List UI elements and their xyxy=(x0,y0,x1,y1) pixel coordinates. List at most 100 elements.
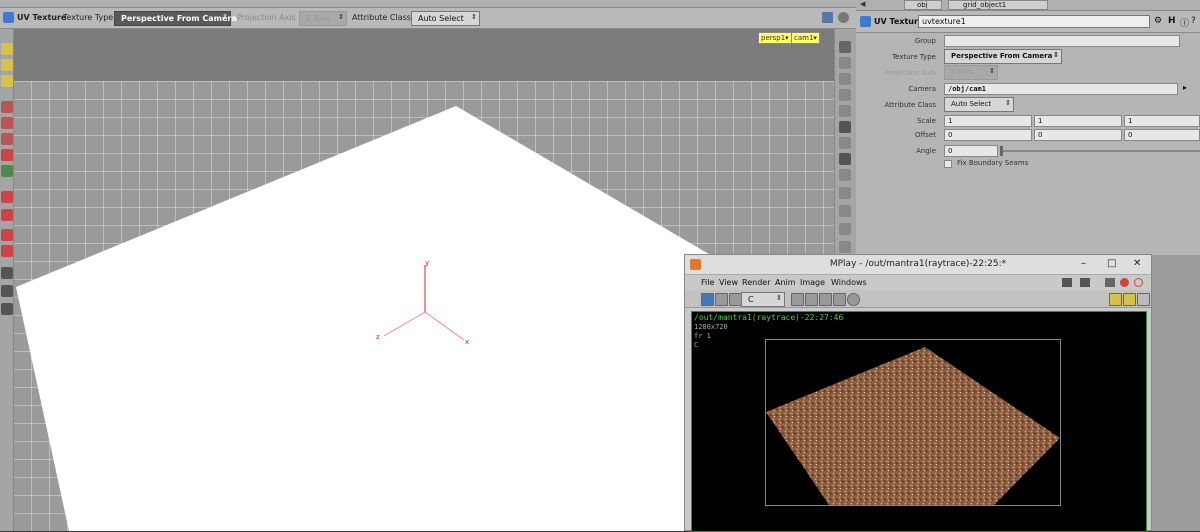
menu-anim[interactable]: Anim xyxy=(775,278,796,287)
projection-axis-value: Z Axis xyxy=(951,68,973,76)
question-icon[interactable]: ? xyxy=(1191,16,1196,26)
back-arrow-icon[interactable]: ◀ xyxy=(860,0,865,8)
cam-menu-label: cam1 xyxy=(794,34,814,42)
offset-x-field[interactable]: 0 xyxy=(944,129,1032,141)
help-icon[interactable] xyxy=(838,12,849,23)
gear-icon[interactable] xyxy=(1,267,13,279)
transform-tool-icon[interactable] xyxy=(1,59,13,71)
minimize-icon[interactable]: – xyxy=(1081,258,1086,269)
texture-type-dropdown[interactable]: Perspective From Camera ⇕ xyxy=(114,11,237,26)
z-axis-label: z xyxy=(376,333,380,341)
circle-secondary-icon[interactable] xyxy=(839,223,851,235)
lock-icon[interactable] xyxy=(839,41,851,53)
compare-icon[interactable] xyxy=(715,293,728,306)
pose-tool-icon[interactable] xyxy=(1,101,13,113)
mplay-titlebar[interactable]: MPlay - /out/mantra1(raytrace)-22:25:* –… xyxy=(685,255,1151,275)
stop-render-icon[interactable] xyxy=(1120,278,1129,287)
lasso-tool-icon[interactable] xyxy=(1,209,13,221)
attribute-class-value: Auto Select xyxy=(951,100,992,108)
gear-icon[interactable]: ⚙ xyxy=(1154,16,1162,26)
paint-tool-icon[interactable] xyxy=(1,133,13,145)
texture-type-dropdown[interactable]: Perspective From Camera ⇕ xyxy=(944,49,1062,64)
channel-dropdown[interactable]: C ⇕ xyxy=(741,292,785,307)
shading-icon[interactable] xyxy=(839,121,851,133)
textured-grid xyxy=(766,347,1060,505)
view-mode-icon[interactable] xyxy=(701,293,714,306)
close-icon[interactable]: ✕ xyxy=(1133,258,1141,269)
network-path-bar: ◀ obj grid_object1 xyxy=(856,0,1200,11)
node-crumb[interactable]: grid_object1 xyxy=(948,0,1048,10)
menu-view[interactable]: View xyxy=(719,278,738,287)
projection-axis-dropdown[interactable]: Z Axis ⇕ xyxy=(299,11,347,26)
fix-seams-checkbox[interactable] xyxy=(944,160,952,168)
display-icon[interactable] xyxy=(839,105,851,117)
peak-tool-icon[interactable] xyxy=(1,229,13,241)
magnet-secondary-icon[interactable] xyxy=(1,245,13,257)
home-icon[interactable] xyxy=(833,293,846,306)
info-icon[interactable]: ⓘ xyxy=(1180,16,1189,29)
sculpt-tool-icon[interactable] xyxy=(1,149,13,161)
angle-field[interactable]: 0 xyxy=(944,145,998,157)
circle-icon[interactable] xyxy=(839,187,851,199)
attribute-class-dropdown[interactable]: Auto Select ⇕ xyxy=(944,97,1014,112)
zoom-in-icon[interactable] xyxy=(791,293,804,306)
camera-field[interactable]: /obj/cam1 xyxy=(944,83,1178,95)
wireframe-icon[interactable] xyxy=(839,137,851,149)
info-icon[interactable] xyxy=(847,293,860,306)
path-crumb[interactable]: obj xyxy=(904,0,942,10)
image-frame xyxy=(765,339,1061,506)
maximize-icon[interactable]: □ xyxy=(1107,258,1116,269)
add-icon[interactable] xyxy=(1137,293,1150,306)
chevron-down-icon: ⇕ xyxy=(776,294,782,302)
angle-slider-handle[interactable] xyxy=(1000,146,1003,156)
wrench-icon[interactable] xyxy=(839,241,851,253)
mplay-option-icon[interactable] xyxy=(1062,278,1072,287)
visibility-icon[interactable] xyxy=(1,285,13,297)
group-label: Group xyxy=(914,37,936,45)
handle-tool-icon[interactable] xyxy=(1,75,13,87)
camera-menu[interactable]: persp1▾ xyxy=(758,32,792,44)
pin-icon[interactable] xyxy=(839,57,851,69)
select-tool-icon[interactable] xyxy=(1,43,13,55)
offset-y-field[interactable]: 0 xyxy=(1034,129,1122,141)
scale-z-field[interactable]: 1 xyxy=(1124,115,1200,127)
bulb-icon[interactable] xyxy=(839,89,851,101)
brush-tool-icon[interactable] xyxy=(1,117,13,129)
node-name-field[interactable]: uvtexture1 xyxy=(918,15,1150,28)
menu-file[interactable]: File xyxy=(701,278,714,287)
angle-slider[interactable] xyxy=(1000,146,1200,156)
point-icon[interactable] xyxy=(839,169,851,181)
display-options-icon[interactable] xyxy=(822,12,833,23)
scale-y-field[interactable]: 1 xyxy=(1034,115,1122,127)
offset-z-field[interactable]: 0 xyxy=(1124,129,1200,141)
light-icon[interactable] xyxy=(839,73,851,85)
attribute-class-dropdown[interactable]: Auto Select ⇕ xyxy=(411,11,480,26)
mplay-settings-icon[interactable] xyxy=(1105,278,1115,287)
x-axis-label: x xyxy=(465,338,470,346)
mplay-image-canvas[interactable]: /out/mantra1(raytrace)-22:27:46 1280x720… xyxy=(691,311,1147,532)
checker-icon[interactable] xyxy=(1123,293,1136,306)
menu-windows[interactable]: Windows xyxy=(831,278,867,287)
camera-menu-label: persp1 xyxy=(761,34,786,42)
cam-menu[interactable]: cam1▾ xyxy=(791,32,820,44)
brush-icon[interactable] xyxy=(839,205,851,217)
rendered-image xyxy=(766,347,1060,505)
zoom-fit-icon[interactable] xyxy=(819,293,832,306)
snap-tool-icon[interactable] xyxy=(1,165,13,177)
help-icon[interactable]: H xyxy=(1168,16,1176,26)
menu-render[interactable]: Render xyxy=(742,278,770,287)
projection-axis-dropdown[interactable]: Z Axis ⇕ xyxy=(944,65,998,80)
render-icon[interactable] xyxy=(1134,278,1143,287)
group-field[interactable] xyxy=(944,35,1180,47)
camera-chooser-icon[interactable]: ▸ xyxy=(1183,83,1187,92)
viewport-left-toolbar xyxy=(0,29,14,531)
mplay-display-icon[interactable] xyxy=(1080,278,1090,287)
menu-image[interactable]: Image xyxy=(800,278,825,287)
background-icon[interactable] xyxy=(1109,293,1122,306)
magnet-tool-icon[interactable] xyxy=(1,191,13,203)
top-strip xyxy=(0,0,856,8)
scale-x-field[interactable]: 1 xyxy=(944,115,1032,127)
camera-icon[interactable] xyxy=(1,303,13,315)
grid-icon[interactable] xyxy=(839,153,851,165)
zoom-out-icon[interactable] xyxy=(805,293,818,306)
